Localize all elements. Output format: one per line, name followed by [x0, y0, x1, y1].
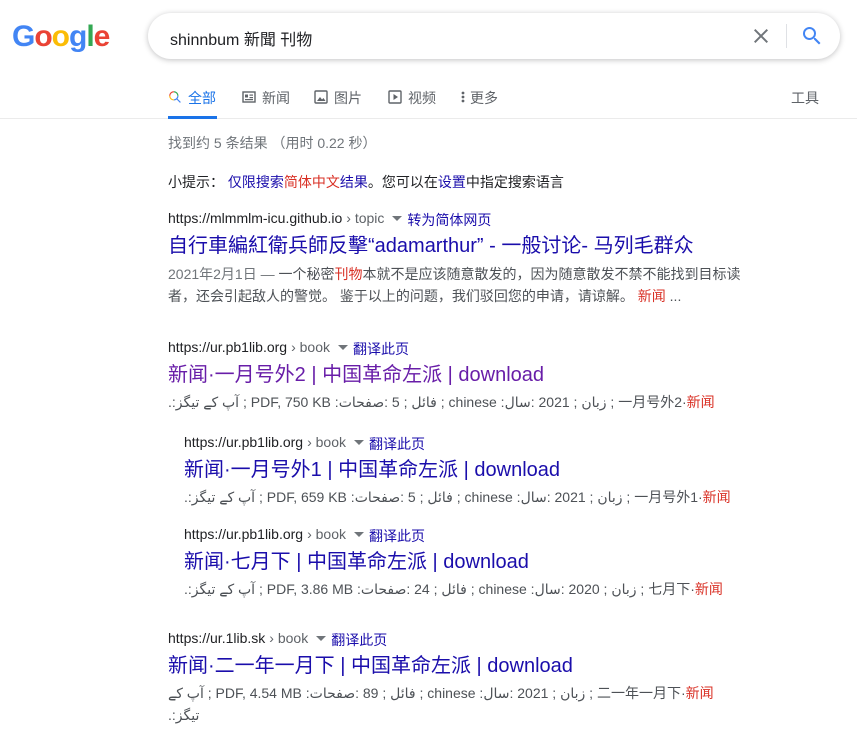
link-text-highlight: 简体中文 [283, 174, 340, 190]
meta-text: .:آپ کے تیگز ; PDF, 3.86 MB :فائل ; 24 :… [184, 581, 695, 597]
result-url-line: https://mlmmlm-icu.github.io › topic 转为简… [168, 208, 748, 228]
result-meta: .:آپ کے تیگز ; PDF, 3.86 MB :فائل ; 24 :… [184, 578, 723, 600]
meta-highlight: 新闻 [694, 581, 723, 597]
meta-highlight: 新闻 [685, 685, 714, 701]
result-stats: 找到约 5 条结果 （用时 0.22 秒） [168, 135, 377, 151]
language-hint: 小提示： 仅限搜索简体中文结果。您可以在设置中指定搜索语言 [168, 172, 564, 192]
result-title[interactable]: 自行車編紅衛兵師反擊“adamarthur” - 一般讨论- 马列毛群众 [168, 233, 748, 259]
snippet-text: 一个秘密 [278, 266, 335, 282]
result-url[interactable]: https://ur.1lib.sk [168, 630, 265, 646]
dropdown-caret-icon[interactable] [392, 215, 403, 221]
logo-letter: g [69, 20, 87, 53]
result-breadcrumb: › book [269, 630, 309, 646]
translate-link[interactable]: 翻译此页 [369, 434, 425, 454]
result-title[interactable]: 新闻·一月号外1 | 中国革命左派 | download [184, 457, 731, 483]
tab-label: 视频 [408, 90, 436, 106]
dropdown-caret-icon[interactable] [354, 531, 364, 537]
tab-label: 全部 [188, 90, 216, 106]
logo-letter: e [93, 20, 111, 53]
settings-link[interactable]: 设置 [438, 174, 466, 190]
translate-link[interactable]: 转为简体网页 [407, 210, 491, 230]
image-icon [314, 90, 328, 104]
search-result: https://ur.pb1lib.org › book 翻译此页 新闻·一月号… [168, 337, 715, 413]
translate-link[interactable]: 翻译此页 [353, 339, 409, 359]
logo-letter: o [34, 20, 52, 53]
search-divider [786, 24, 787, 48]
result-meta: .:آپ کے تیگز ; PDF, 659 KB :فائل ; 5 :صف… [184, 486, 731, 508]
meta-text: .:آپ کے تیگز ; PDF, 750 KB :فائل ; 5 :صف… [168, 394, 687, 410]
result-title[interactable]: 新闻·七月下 | 中国革命左派 | download [184, 549, 723, 575]
search-box[interactable]: shinnbum 新聞 刊物 [148, 13, 840, 59]
tab-news[interactable]: 新闻 [242, 88, 290, 119]
result-url-line: https://ur.pb1lib.org › book 翻译此页 [184, 432, 731, 452]
translate-link[interactable]: 翻译此页 [331, 630, 387, 650]
dropdown-caret-icon[interactable] [354, 439, 364, 445]
tools-button[interactable]: 工具 [791, 88, 819, 108]
tab-images[interactable]: 图片 [314, 88, 362, 119]
result-title[interactable]: 新闻·一月号外2 | 中国革命左派 | download [168, 362, 715, 388]
result-url-line: https://ur.pb1lib.org › book 翻译此页 [168, 337, 715, 357]
restrict-language-link[interactable]: 仅限搜索简体中文结果 [228, 174, 368, 190]
tab-label: 图片 [334, 90, 362, 106]
result-breadcrumb: › book [307, 434, 346, 450]
more-icon [460, 90, 466, 104]
tab-videos[interactable]: 视频 [388, 88, 436, 119]
search-result: https://ur.1lib.sk › book 翻译此页 新闻·二一年一月下… [168, 628, 714, 726]
tab-all[interactable]: 全部 [168, 88, 217, 119]
hint-suffix: 中指定搜索语言 [465, 174, 564, 190]
result-url[interactable]: https://mlmmlm-icu.github.io [168, 210, 342, 226]
header: Google shinnbum 新聞 刊物 全部 新闻 图片 视频 更多 工具 [0, 0, 857, 119]
search-icon [168, 90, 182, 104]
google-logo[interactable]: Google [12, 20, 111, 54]
tab-more[interactable]: 更多 [460, 88, 498, 119]
result-breadcrumb: › book [291, 339, 330, 355]
link-text: 仅限搜索 [227, 174, 284, 190]
video-icon [388, 90, 402, 104]
result-url-line: https://ur.pb1lib.org › book 翻译此页 [184, 524, 723, 544]
snippet-highlight: 刊物 [334, 266, 363, 282]
logo-letter: l [86, 20, 94, 53]
hint-middle: 。您可以在 [367, 174, 438, 190]
result-snippet: 2021年2月1日 — 一个秘密刊物本就不是应该随意散发的，因为随意散发不禁不能… [168, 263, 748, 307]
search-result: https://mlmmlm-icu.github.io › topic 转为简… [168, 208, 748, 307]
meta-text: آپ کے ; PDF, 4.54 MB :فائل ; 89 :صفحات ;… [168, 685, 686, 701]
result-url[interactable]: https://ur.pb1lib.org [168, 339, 287, 355]
result-breadcrumb: › book [307, 526, 346, 542]
logo-letter: G [12, 20, 35, 53]
meta-text: .:آپ کے تیگز ; PDF, 659 KB :فائل ; 5 :صف… [184, 489, 703, 505]
dropdown-caret-icon[interactable] [316, 635, 327, 641]
news-icon [242, 90, 256, 104]
snippet-text: ... [665, 288, 682, 304]
search-icon[interactable] [800, 24, 824, 48]
result-meta-continued: .:تیگز [168, 707, 200, 723]
result-url[interactable]: https://ur.pb1lib.org [184, 434, 303, 450]
result-url[interactable]: https://ur.pb1lib.org [184, 526, 303, 542]
result-meta: .:آپ کے تیگز ; PDF, 750 KB :فائل ; 5 :صف… [168, 391, 715, 413]
result-date: 2021年2月1日 — [168, 266, 279, 282]
logo-letter: o [51, 20, 70, 53]
result-title[interactable]: 新闻·二一年一月下 | 中国革命左派 | download [168, 653, 714, 679]
meta-highlight: 新闻 [702, 489, 731, 505]
dropdown-caret-icon[interactable] [338, 344, 348, 350]
translate-link[interactable]: 翻译此页 [369, 526, 425, 546]
meta-highlight: 新闻 [686, 394, 715, 410]
snippet-highlight: 新闻 [637, 288, 666, 304]
result-meta: آپ کے ; PDF, 4.54 MB :فائل ; 89 :صفحات ;… [168, 682, 714, 704]
search-result-sub: https://ur.pb1lib.org › book 翻译此页 新闻·七月下… [184, 524, 723, 600]
clear-icon[interactable] [749, 24, 773, 48]
link-text: 结果 [339, 174, 368, 190]
result-breadcrumb: › topic [346, 210, 385, 226]
search-input[interactable]: shinnbum 新聞 刊物 [170, 26, 312, 50]
tab-label: 更多 [470, 90, 498, 106]
search-result-sub: https://ur.pb1lib.org › book 翻译此页 新闻·一月号… [184, 432, 731, 508]
result-url-line: https://ur.1lib.sk › book 翻译此页 [168, 628, 714, 648]
tab-label: 新闻 [262, 90, 290, 106]
hint-prefix: 小提示： [168, 174, 228, 190]
